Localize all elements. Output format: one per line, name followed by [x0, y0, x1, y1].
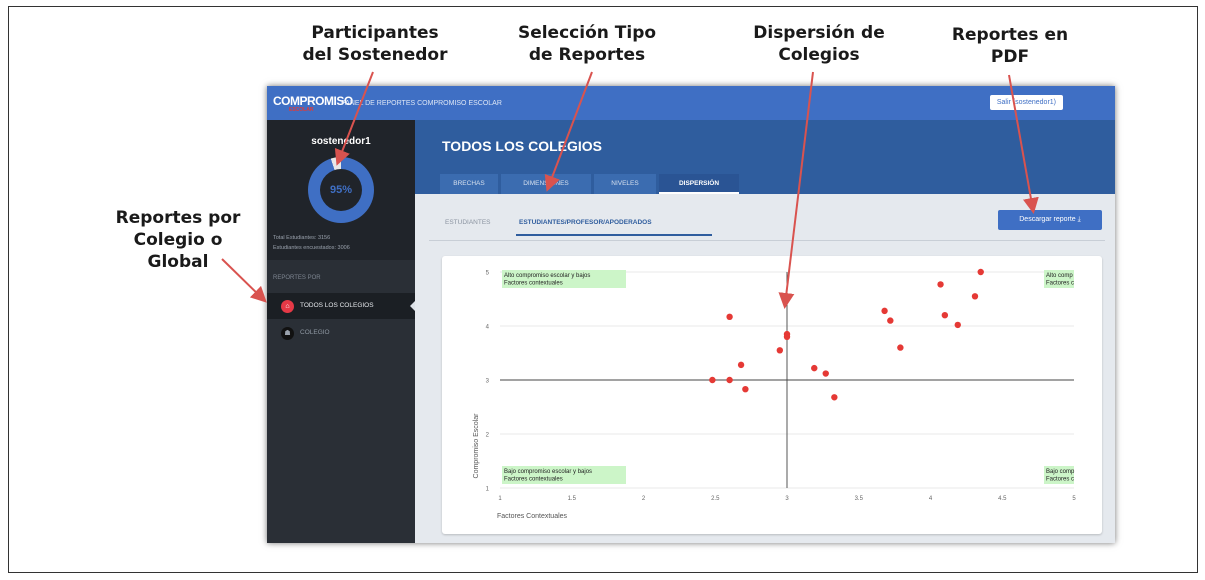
scatter-point — [776, 347, 784, 354]
top-bar: COMPROMISO ESCOLAR PANEL DE REPORTES COM… — [267, 86, 1115, 120]
scatter-point — [811, 364, 818, 372]
scatter-point — [971, 293, 979, 300]
main-header: TODOS LOS COLEGIOS BRECHAS DIMENSIONES N… — [415, 120, 1115, 194]
y-axis-label: Compromiso Escolar — [473, 413, 480, 479]
scatter-point — [897, 344, 904, 351]
subtab-divider — [429, 240, 1105, 241]
participation-donut: 95% — [308, 157, 374, 223]
sidebar-item-label: TODOS LOS COLEGIOS — [300, 302, 374, 309]
tab-dispersion[interactable]: DISPERSIÓN — [659, 174, 739, 194]
user-summary: sostenedor1 95% Total Estudiantes: 3156 … — [267, 120, 415, 260]
x-tick-label: 1.5 — [568, 496, 577, 502]
x-tick-label: 3.5 — [855, 496, 864, 502]
scatter-point — [941, 312, 949, 319]
quadrant-label-line1: Alto compromiso escolar y bajos — [504, 273, 590, 279]
tab-niveles[interactable]: NIVELES — [594, 174, 656, 194]
sidebar-item-todos-los-colegios[interactable]: ⌂ TODOS LOS COLEGIOS — [267, 293, 415, 319]
page-title: TODOS LOS COLEGIOS — [442, 138, 602, 154]
x-tick-label: 2 — [642, 496, 646, 502]
y-tick-label: 2 — [486, 433, 490, 439]
scatter-point — [742, 385, 749, 393]
scatter-point — [709, 376, 716, 384]
scatter-point — [737, 361, 745, 369]
panel-title: PANEL DE REPORTES COMPROMISO ESCOLAR — [341, 100, 502, 107]
download-report-label: Descargar reporte — [1019, 216, 1076, 223]
subtab-active-indicator — [516, 234, 712, 236]
y-tick-label: 3 — [486, 379, 490, 385]
main-content: ESTUDIANTES ESTUDIANTES/PROFESOR/APODERA… — [415, 194, 1115, 543]
x-tick-label: 5 — [1072, 496, 1076, 502]
sidebar-item-label: COLEGIO — [300, 329, 330, 336]
scatter-point — [726, 376, 733, 384]
x-tick-label: 4 — [929, 496, 933, 502]
callout-seleccion: Selección Tipo de Reportes — [517, 23, 657, 65]
home-icon: ⌂ — [281, 300, 294, 313]
quadrant-label-line1: Bajo comp — [1046, 469, 1075, 475]
scatter-point — [783, 333, 791, 340]
surveyed-students: Estudiantes encuestados: 3006 — [273, 245, 350, 251]
y-tick-label: 5 — [486, 271, 490, 277]
quadrant-label-line2: Factores c — [1046, 477, 1074, 483]
y-tick-label: 4 — [486, 325, 490, 331]
participation-percent: 95% — [320, 169, 362, 211]
x-axis-label: Factores Contextuales — [497, 513, 568, 520]
total-students: Total Estudiantes: 3156 — [273, 235, 331, 241]
scatter-point — [954, 321, 961, 329]
tab-dimensiones[interactable]: DIMENSIONES — [501, 174, 591, 194]
scatter-point — [881, 307, 888, 315]
scatter-point — [937, 281, 944, 288]
callout-participantes: Participantes del Sostenedor — [302, 23, 448, 65]
quadrant-label-line1: Bajo compromiso escolar y bajos — [504, 469, 592, 475]
quadrant-label-line2: Factores c — [1046, 281, 1074, 287]
quadrant-label-line1: Alto comp — [1046, 273, 1073, 279]
scatter-point — [822, 370, 829, 377]
scatter-point — [831, 394, 838, 401]
x-tick-label: 4.5 — [998, 496, 1007, 502]
username: sostenedor1 — [311, 136, 371, 147]
sidebar: sostenedor1 95% Total Estudiantes: 3156 … — [267, 120, 415, 543]
download-report-button[interactable]: Descargar reporte ⤓ — [998, 210, 1102, 230]
download-icon: ⤓ — [1077, 216, 1081, 223]
quadrant-label-line2: Factores contextuales — [504, 281, 563, 287]
x-tick-label: 3 — [785, 496, 789, 502]
y-tick-label: 1 — [486, 487, 490, 493]
sidebar-item-colegio[interactable]: ☗ COLEGIO — [267, 320, 415, 346]
scatter-point — [887, 317, 894, 324]
app-window: COMPROMISO ESCOLAR PANEL DE REPORTES COM… — [267, 86, 1115, 543]
brand-logo-sub: ESCOLAR — [289, 107, 314, 113]
tab-brechas[interactable]: BRECHAS — [440, 174, 498, 194]
scatter-point — [977, 268, 984, 276]
logout-button[interactable]: Salir (sostenedor1) — [989, 95, 1063, 110]
scatter-point — [726, 313, 733, 321]
users-icon: ☗ — [281, 327, 294, 340]
x-tick-label: 2.5 — [711, 496, 720, 502]
scatter-chart: 1 2 3 4 5 1 1.5 2 2.5 3 3.5 4 4.5 5 Alto compromiso e… — [473, 268, 1076, 520]
callout-global: Reportes por Colegio o Global — [115, 208, 241, 272]
callout-pdf: Reportes en PDF — [951, 25, 1069, 67]
x-tick-label: 1 — [498, 496, 502, 502]
reports-section-label: REPORTES POR — [273, 275, 321, 281]
subtab-estudiantes[interactable]: ESTUDIANTES — [445, 219, 491, 226]
callout-dispersion: Dispersión de Colegios — [753, 23, 885, 65]
subtab-estudiantes-profesor-apoderados[interactable]: ESTUDIANTES/PROFESOR/APODERADOS — [519, 219, 652, 226]
scatter-chart-card: 1 2 3 4 5 1 1.5 2 2.5 3 3.5 4 4.5 5 Alto compromiso e… — [442, 256, 1102, 534]
quadrant-label-line2: Factores contextuales — [504, 477, 563, 483]
